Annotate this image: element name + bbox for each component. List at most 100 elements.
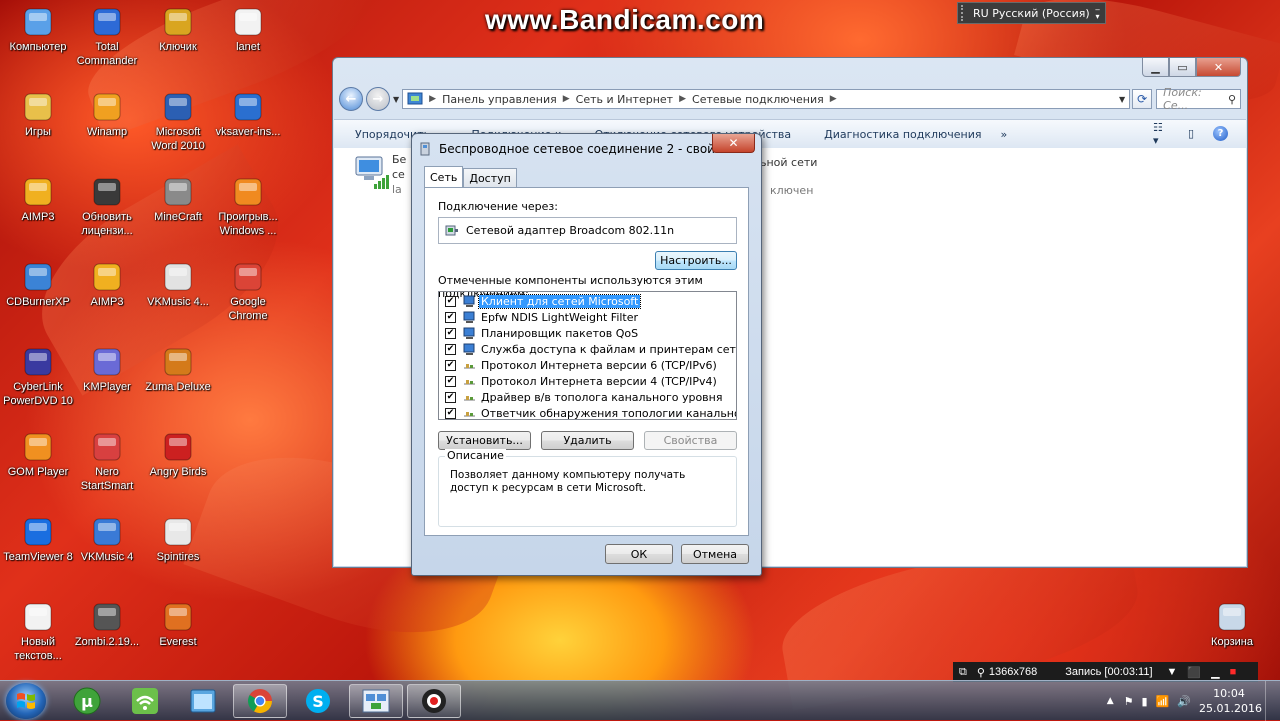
desktop-icon[interactable]: TeamViewer 8 (2, 516, 74, 564)
taskbar-window[interactable] (176, 684, 230, 718)
preview-pane-icon[interactable]: ▯ (1183, 127, 1199, 141)
back-button[interactable]: ← (339, 87, 363, 111)
properties-button[interactable]: Свойства (644, 431, 737, 450)
desktop-icon[interactable]: GOM Player (2, 431, 74, 479)
desktop-icon[interactable]: Корзина (1196, 601, 1268, 649)
network-connection-item[interactable] (352, 154, 392, 195)
flag-icon[interactable]: ⚑ (1124, 695, 1134, 708)
clock[interactable]: 10:04 25.01.2016 (1199, 686, 1262, 716)
component-row[interactable]: ✔ Протокол Интернета версии 6 (TCP/IPv6) (439, 357, 719, 373)
desktop-icon[interactable]: KMPlayer (71, 346, 143, 394)
tab-network[interactable]: Сеть (424, 166, 464, 187)
taskbar-bandicam[interactable] (407, 684, 461, 718)
taskbar-chrome[interactable] (233, 684, 287, 718)
component-row[interactable]: ✔ Протокол Интернета версии 4 (TCP/IPv4) (439, 373, 719, 389)
desktop-icon[interactable]: Компьютер (2, 6, 74, 54)
close-button[interactable]: ✕ (1196, 58, 1241, 77)
show-hidden-icons-icon[interactable]: ▲ (1107, 696, 1114, 706)
component-row[interactable]: ✔ Служба доступа к файлам и принтерам сет… (439, 341, 736, 357)
component-checkbox[interactable]: ✔ (445, 327, 456, 339)
component-checkbox[interactable]: ✔ (445, 375, 456, 387)
component-row[interactable]: ✔ Планировщик пакетов QoS (439, 325, 640, 341)
desktop-icon[interactable]: Zombi.2.19... (71, 601, 143, 649)
search-input[interactable]: Поиск: Се... ⚲ (1156, 86, 1241, 112)
desktop-icon[interactable]: Ключик (142, 6, 214, 54)
window-mode-icon[interactable]: ⧉ (959, 666, 967, 679)
langbar-minimize-icon[interactable]: ‒ ▾ (1093, 6, 1102, 21)
camera-icon[interactable]: ⬛ (1187, 666, 1201, 679)
component-checkbox[interactable]: ✔ (445, 359, 456, 371)
search-icon[interactable]: ⚲ (1228, 93, 1236, 106)
dialog-title-bar[interactable]: Беспроводное сетевое соединение 2 - свой… (419, 142, 743, 156)
desktop-icon[interactable]: AIMP3 (2, 176, 74, 224)
language-label[interactable]: RU Русский (Россия) (973, 7, 1090, 20)
taskbar-utorrent[interactable]: µ (60, 684, 114, 718)
component-checkbox[interactable]: ✔ (445, 391, 456, 403)
desktop-icon[interactable]: Новый текстов... (2, 601, 74, 663)
remove-button[interactable]: Удалить (541, 431, 634, 450)
chevron-right-icon[interactable]: ▶ (830, 94, 837, 104)
desktop-icon[interactable]: Google Chrome (212, 261, 284, 323)
component-row[interactable]: ✔ Ответчик обнаружения топологии канально… (439, 405, 736, 419)
desktop-icon[interactable]: Everest (142, 601, 214, 649)
start-button[interactable] (6, 683, 46, 719)
component-checkbox[interactable]: ✔ (445, 295, 456, 307)
components-list[interactable]: ✔ Клиент для сетей Microsoft ✔ Epfw NDIS Li… (438, 291, 737, 420)
dialog-close-button[interactable]: ✕ (712, 134, 755, 153)
ok-button[interactable]: ОК (605, 544, 673, 564)
component-checkbox[interactable]: ✔ (445, 407, 456, 419)
desktop-icon[interactable]: lanet (212, 6, 284, 54)
desktop-icon[interactable]: Zuma Deluxe (142, 346, 214, 394)
show-desktop-button[interactable] (1265, 681, 1280, 721)
minimize-button[interactable]: ▁ (1142, 58, 1169, 77)
desktop-icon[interactable]: VKMusic 4... (142, 261, 214, 309)
component-row[interactable]: ✔ Драйвер в/в тополога канального уровня (439, 389, 724, 405)
component-checkbox[interactable]: ✔ (445, 311, 456, 323)
more-commands-button[interactable]: » (1001, 128, 1008, 141)
taskbar-skype[interactable]: S (291, 684, 345, 718)
maximize-button[interactable]: ▭ (1169, 58, 1196, 77)
desktop-icon[interactable]: Nero StartSmart (71, 431, 143, 493)
desktop-icon[interactable]: AIMP3 (71, 261, 143, 309)
desktop-icon[interactable]: Angry Birds (142, 431, 214, 479)
breadcrumb-item[interactable]: Панель управления (442, 93, 557, 106)
breadcrumb-item[interactable]: Сеть и Интернет (576, 93, 673, 106)
install-button[interactable]: Установить... (438, 431, 531, 450)
tab-sharing[interactable]: Доступ (463, 168, 517, 187)
taskbar-wifi[interactable] (118, 684, 172, 718)
desktop-icon[interactable]: VKMusic 4 (71, 516, 143, 564)
component-row[interactable]: ✔ Epfw NDIS LightWeight Filter (439, 309, 640, 325)
configure-button[interactable]: Настроить... (655, 251, 737, 270)
dropdown-icon[interactable]: ▼ (1167, 666, 1178, 678)
grip-handle[interactable] (961, 5, 969, 21)
help-icon[interactable]: ? (1213, 126, 1228, 141)
refresh-button[interactable]: ⟳ (1132, 89, 1153, 109)
view-options-icon[interactable]: ☷ ▾ (1153, 121, 1169, 147)
breadcrumb-item[interactable]: Сетевые подключения (692, 93, 824, 106)
desktop-icon[interactable]: vksaver-ins... (212, 91, 284, 139)
cancel-button[interactable]: Отмена (681, 544, 749, 564)
language-bar[interactable]: RU Русский (Россия) ‒ ▾ (957, 2, 1106, 24)
recent-pages-dropdown-icon[interactable]: ▼ (393, 95, 399, 104)
desktop-icon[interactable]: Spintires (142, 516, 214, 564)
zoom-icon[interactable]: ⚲ (977, 666, 985, 679)
desktop-icon[interactable]: MineCraft (142, 176, 214, 224)
taskbar-network-connections[interactable] (349, 684, 403, 718)
desktop-icon[interactable]: Игры (2, 91, 74, 139)
component-checkbox[interactable]: ✔ (445, 343, 456, 355)
diagnose-button[interactable]: Диагностика подключения (824, 128, 981, 141)
desktop-icon[interactable]: Обновить лицензи... (71, 176, 143, 238)
desktop-icon[interactable]: Total Commander (71, 6, 143, 68)
chevron-right-icon[interactable]: ▶ (679, 94, 686, 104)
desktop-icon[interactable]: CDBurnerXP (2, 261, 74, 309)
signal-icon[interactable]: 📶 (1156, 695, 1170, 708)
battery-icon[interactable]: ▮ (1142, 695, 1148, 708)
chevron-right-icon[interactable]: ▶ (563, 94, 570, 104)
desktop-icon[interactable]: CyberLink PowerDVD 10 (2, 346, 74, 408)
component-row[interactable]: ✔ Клиент для сетей Microsoft (439, 293, 642, 309)
desktop-icon[interactable]: Проигрыв... Windows ... (212, 176, 284, 238)
minimize-icon[interactable]: ▁ (1211, 666, 1219, 679)
desktop-icon[interactable]: Winamp (71, 91, 143, 139)
desktop-icon[interactable]: Microsoft Word 2010 (142, 91, 214, 153)
chevron-right-icon[interactable]: ▶ (429, 94, 436, 104)
